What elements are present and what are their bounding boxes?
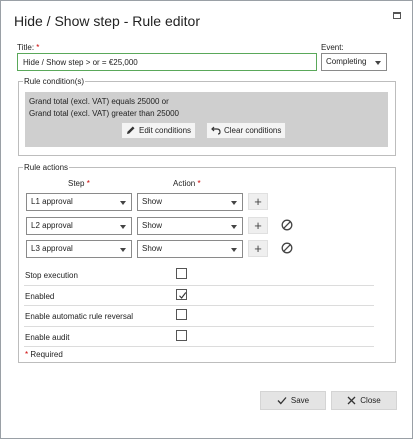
check-icon	[179, 292, 187, 299]
rule-conditions-legend: Rule condition(s)	[24, 77, 85, 86]
close-icon	[347, 396, 356, 405]
dialog-title: Hide / Show step - Rule editor	[14, 13, 200, 29]
edit-conditions-label: Edit conditions	[139, 126, 192, 135]
divider	[24, 326, 374, 327]
condition-line-2: Grand total (excl. VAT) greater than 250…	[29, 109, 180, 118]
rule-actions-legend: Rule actions	[24, 163, 69, 172]
title-label: Title:	[17, 43, 35, 52]
step-value-2: L2 approval	[31, 221, 73, 230]
condition-line-1: Grand total (excl. VAT) equals 25000 or	[29, 97, 169, 106]
event-label: Event:	[321, 43, 344, 52]
chevron-down-icon	[375, 61, 381, 65]
remove-action-button-3[interactable]	[277, 240, 297, 257]
title-input[interactable]	[17, 53, 317, 71]
auto-reversal-label: Enable automatic rule reversal	[25, 312, 134, 321]
pencil-icon	[127, 126, 135, 134]
remove-action-button-2[interactable]	[277, 217, 297, 234]
action-select-3[interactable]: Show	[137, 240, 243, 258]
chevron-down-icon	[231, 248, 237, 252]
required-note-label: Required	[30, 350, 63, 359]
check-icon	[277, 397, 287, 405]
step-header-label: Step	[68, 179, 85, 188]
required-marker: *	[36, 43, 40, 52]
step-select-2[interactable]: L2 approval	[26, 217, 132, 235]
action-value-2: Show	[142, 221, 163, 230]
required-marker: *	[197, 179, 201, 188]
audit-checkbox[interactable]	[176, 330, 187, 341]
undo-icon	[211, 126, 221, 135]
required-marker: *	[25, 350, 29, 359]
chevron-down-icon	[231, 225, 237, 229]
action-column-header: Action *	[173, 179, 201, 188]
step-column-header: Step *	[68, 179, 90, 188]
enabled-checkbox[interactable]	[176, 289, 187, 300]
chevron-down-icon	[231, 201, 237, 205]
step-select-1[interactable]: L1 approval	[26, 193, 132, 211]
action-select-1[interactable]: Show	[137, 193, 243, 211]
required-marker: *	[86, 179, 90, 188]
action-select-2[interactable]: Show	[137, 217, 243, 235]
plus-icon: +	[254, 218, 262, 233]
add-action-button-2[interactable]: +	[248, 217, 268, 234]
divider	[24, 305, 374, 306]
step-value-1: L1 approval	[31, 197, 73, 206]
title-label-wrap: Title: *	[17, 43, 39, 52]
stop-execution-label: Stop execution	[25, 271, 78, 280]
clear-conditions-button[interactable]: Clear conditions	[206, 122, 287, 139]
auto-reversal-checkbox[interactable]	[176, 309, 187, 320]
close-label: Close	[360, 396, 381, 405]
close-button[interactable]: Close	[331, 391, 397, 410]
action-value-3: Show	[142, 244, 163, 253]
step-value-3: L3 approval	[31, 244, 73, 253]
divider	[24, 285, 374, 286]
action-header-label: Action	[173, 179, 196, 188]
chevron-down-icon	[120, 225, 126, 229]
stop-execution-checkbox[interactable]	[176, 268, 187, 279]
add-action-button-1[interactable]: +	[248, 193, 268, 210]
chevron-down-icon	[120, 248, 126, 252]
event-select[interactable]: Completing	[321, 53, 387, 71]
enabled-label: Enabled	[25, 292, 55, 301]
save-button[interactable]: Save	[260, 391, 326, 410]
add-action-button-3[interactable]: +	[248, 240, 268, 257]
block-icon	[281, 242, 293, 254]
chevron-down-icon	[120, 201, 126, 205]
audit-label: Enable audit	[25, 333, 70, 342]
divider	[24, 346, 374, 347]
step-select-3[interactable]: L3 approval	[26, 240, 132, 258]
edit-conditions-button[interactable]: Edit conditions	[121, 122, 197, 139]
action-value-1: Show	[142, 197, 163, 206]
rule-editor-dialog: Hide / Show step - Rule editor Title: * …	[0, 0, 413, 439]
plus-icon: +	[254, 194, 262, 209]
block-icon	[281, 219, 293, 231]
maximize-icon[interactable]	[393, 12, 401, 19]
save-label: Save	[290, 396, 310, 405]
clear-conditions-label: Clear conditions	[224, 126, 282, 135]
event-select-value: Completing	[326, 57, 367, 66]
required-note: * Required	[25, 350, 63, 359]
plus-icon: +	[254, 241, 262, 256]
